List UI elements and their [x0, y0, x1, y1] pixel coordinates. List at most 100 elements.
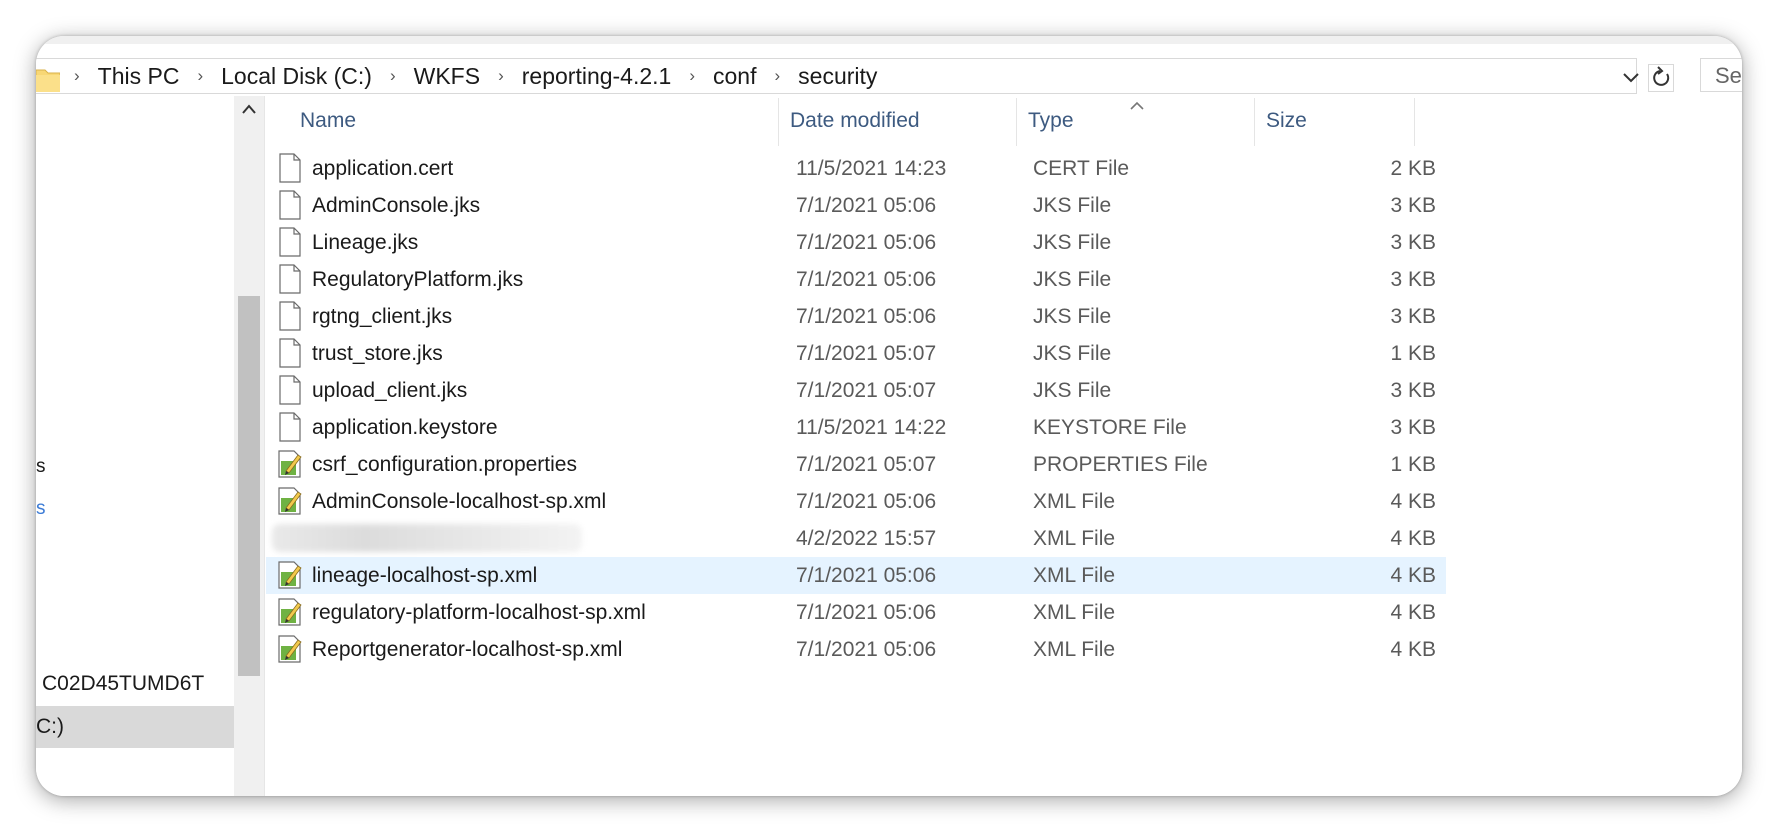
column-divider[interactable] — [778, 98, 779, 146]
file-date: 7/1/2021 05:06 — [796, 564, 937, 587]
file-name: Lineage.jks — [312, 231, 419, 254]
table-row[interactable]: RegulatoryPlatform.jks 7/1/2021 05:06 JKS … — [266, 261, 1446, 298]
breadcrumb-item[interactable]: security — [798, 63, 877, 90]
file-date: 7/1/2021 05:06 — [796, 305, 937, 328]
nav-item-computer[interactable]: C02D45TUMD6T — [36, 666, 234, 702]
table-row[interactable]: rgtng_client.jks 7/1/2021 05:06 JKS File 3 … — [266, 298, 1446, 335]
chevron-right-icon[interactable]: › — [74, 66, 80, 86]
column-header-date[interactable]: Date modified — [790, 96, 920, 146]
edit-file-icon — [278, 635, 302, 663]
column-header-size[interactable]: Size — [1266, 96, 1307, 146]
table-row[interactable]: lineage-localhost-sp.xml 7/1/2021 05:06 XM… — [266, 557, 1446, 594]
chevron-right-icon[interactable]: › — [498, 66, 504, 86]
table-row[interactable]: trust_store.jks 7/1/2021 05:07 JKS File 1 K… — [266, 335, 1446, 372]
file-name: trust_store.jks — [312, 342, 443, 365]
table-row[interactable]: application.cert 11/5/2021 14:23 CERT File… — [266, 150, 1446, 187]
chevron-down-icon[interactable] — [1621, 68, 1641, 88]
file-name: Reportgenerator-localhost-sp.xml — [312, 638, 623, 661]
sort-ascending-icon — [1130, 101, 1144, 110]
column-divider[interactable] — [1414, 98, 1415, 146]
file-size: 2 KB — [1390, 157, 1436, 180]
nav-item-local-disk[interactable]: C:) — [36, 706, 234, 748]
table-row[interactable]: Lineage.jks 7/1/2021 05:06 JKS File 3 KB — [266, 224, 1446, 261]
file-date: 7/1/2021 05:06 — [796, 268, 937, 291]
file-type: XML File — [1033, 601, 1116, 624]
file-icon — [279, 190, 301, 220]
file-name: lineage-localhost-sp.xml — [312, 564, 538, 587]
column-header-type[interactable]: Type — [1028, 96, 1074, 146]
nav-item-fragment[interactable]: s — [36, 456, 46, 478]
file-date: 11/5/2021 14:23 — [796, 157, 947, 180]
file-size: 3 KB — [1390, 268, 1436, 291]
file-type: JKS File — [1033, 379, 1112, 402]
table-row[interactable]: application.keystore 11/5/2021 14:22 KEYST… — [266, 409, 1446, 446]
file-size: 3 KB — [1390, 416, 1436, 439]
search-input[interactable]: Se — [1700, 58, 1742, 92]
column-divider[interactable] — [1254, 98, 1255, 146]
folder-icon — [36, 69, 60, 92]
file-date: 7/1/2021 05:06 — [796, 638, 937, 661]
table-row[interactable]: regulatory-platform-localhost-sp.xml 7/1/… — [266, 594, 1446, 631]
file-type: XML File — [1033, 638, 1116, 661]
column-divider[interactable] — [1016, 98, 1017, 146]
breadcrumb-item[interactable]: Local Disk (C:) — [221, 63, 372, 90]
file-date: 7/1/2021 05:07 — [796, 342, 937, 365]
file-type: PROPERTIES File — [1033, 453, 1208, 476]
file-type: JKS File — [1033, 194, 1112, 217]
table-row[interactable]: Reportgenerator-localhost-sp.xml 7/1/2021… — [266, 631, 1446, 668]
file-size: 3 KB — [1390, 379, 1436, 402]
file-date: 11/5/2021 14:22 — [796, 416, 947, 439]
nav-scrollbar[interactable] — [234, 96, 265, 796]
breadcrumb-item[interactable]: conf — [713, 63, 756, 90]
file-icon — [279, 227, 301, 257]
table-row[interactable]: csrf_configuration.properties 7/1/2021 05… — [266, 446, 1446, 483]
file-name: application.cert — [312, 157, 454, 180]
file-icon — [279, 264, 301, 294]
breadcrumb-item[interactable]: This PC — [98, 63, 180, 90]
column-headers: Name Date modified Type Size — [266, 96, 1476, 146]
chevron-right-icon[interactable]: › — [775, 66, 781, 86]
file-size: 3 KB — [1390, 194, 1436, 217]
file-date: 7/1/2021 05:06 — [796, 490, 937, 513]
table-row[interactable]: upload_client.jks 7/1/2021 05:07 JKS File 3… — [266, 372, 1446, 409]
file-size: 4 KB — [1390, 490, 1436, 513]
table-row[interactable]: 4/2/2022 15:57 XML File 4 KB — [266, 520, 1446, 557]
breadcrumb: › This PC › Local Disk (C:) › WKFS › reporting-… — [74, 59, 895, 93]
chevron-right-icon[interactable]: › — [197, 66, 203, 86]
scroll-thumb[interactable] — [238, 296, 260, 676]
scroll-up-icon[interactable] — [234, 102, 264, 122]
navigation-pane: s s C02D45TUMD6T C:) — [36, 96, 234, 796]
edit-file-icon — [278, 598, 302, 626]
breadcrumb-item[interactable]: WKFS — [414, 63, 480, 90]
file-size: 4 KB — [1390, 527, 1436, 550]
table-row[interactable]: AdminConsole.jks 7/1/2021 05:06 JKS File 3 … — [266, 187, 1446, 224]
file-icon — [279, 412, 301, 442]
file-date: 7/1/2021 05:07 — [796, 379, 937, 402]
file-type: CERT File — [1033, 157, 1130, 180]
file-icon — [279, 153, 301, 183]
refresh-icon[interactable] — [1648, 64, 1674, 92]
file-name: csrf_configuration.properties — [312, 453, 577, 476]
file-size: 3 KB — [1390, 231, 1436, 254]
file-size: 1 KB — [1390, 453, 1436, 476]
table-row[interactable]: AdminConsole-localhost-sp.xml 7/1/2021 05… — [266, 483, 1446, 520]
address-bar[interactable]: › This PC › Local Disk (C:) › WKFS › reporting-… — [36, 58, 1637, 94]
file-name: AdminConsole-localhost-sp.xml — [312, 490, 607, 513]
column-header-name[interactable]: Name — [300, 96, 356, 146]
file-name: RegulatoryPlatform.jks — [312, 268, 524, 291]
file-size: 3 KB — [1390, 305, 1436, 328]
file-list: Name Date modified Type Size application… — [266, 96, 1742, 796]
file-icon — [279, 301, 301, 331]
explorer-window: › This PC › Local Disk (C:) › WKFS › reporting-… — [36, 36, 1742, 796]
file-name: AdminConsole.jks — [312, 194, 481, 217]
file-date: 7/1/2021 05:07 — [796, 453, 937, 476]
file-date: 7/1/2021 05:06 — [796, 231, 937, 254]
file-name: rgtng_client.jks — [312, 305, 453, 328]
file-date: 7/1/2021 05:06 — [796, 194, 937, 217]
file-name: application.keystore — [312, 416, 498, 439]
chevron-right-icon[interactable]: › — [689, 66, 695, 86]
breadcrumb-item[interactable]: reporting-4.2.1 — [522, 63, 672, 90]
file-icon — [279, 338, 301, 368]
nav-item-fragment[interactable]: s — [36, 498, 46, 520]
chevron-right-icon[interactable]: › — [390, 66, 396, 86]
